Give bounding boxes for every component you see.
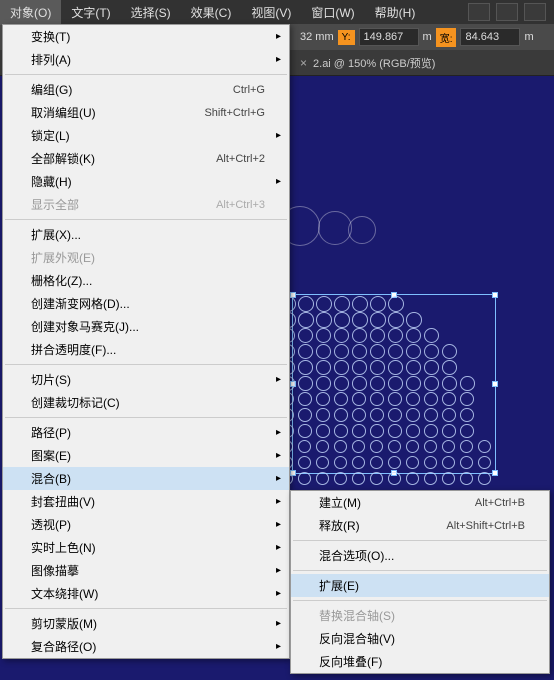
menu-separator	[5, 364, 287, 365]
menu-compound[interactable]: 复合路径(O)▸	[3, 635, 289, 658]
menubar: 对象(O) 文字(T) 选择(S) 效果(C) 视图(V) 窗口(W) 帮助(H…	[0, 0, 554, 24]
menu-separator	[293, 570, 547, 571]
menu-rasterize[interactable]: 栅格化(Z)...	[3, 269, 289, 292]
submenu-arrow-icon: ▸	[276, 31, 281, 42]
menu-expandapp: 扩展外观(E)	[3, 246, 289, 269]
submenu-arrow-icon: ▸	[276, 130, 281, 141]
menu-perspective[interactable]: 透视(P)▸	[3, 513, 289, 536]
submenu-arrow-icon: ▸	[276, 374, 281, 385]
menu-gradientmesh[interactable]: 创建渐变网格(D)...	[3, 292, 289, 315]
menu-separator	[5, 74, 287, 75]
toolbar-icon-1[interactable]	[468, 3, 490, 21]
x-unit: 32 mm	[300, 31, 334, 43]
menu-type[interactable]: 文字(T)	[61, 0, 120, 25]
menu-textwrap[interactable]: 文本绕排(W)▸	[3, 582, 289, 605]
submenu-release[interactable]: 释放(R)Alt+Shift+Ctrl+B	[291, 514, 549, 537]
menu-separator	[5, 417, 287, 418]
menu-arrange[interactable]: 排列(A)▸	[3, 48, 289, 71]
menu-slice[interactable]: 切片(S)▸	[3, 368, 289, 391]
submenu-arrow-icon: ▸	[276, 176, 281, 187]
w-input[interactable]	[460, 28, 520, 46]
menu-transform[interactable]: 变换(T)▸	[3, 25, 289, 48]
menu-clipmask[interactable]: 剪切蒙版(M)▸	[3, 612, 289, 635]
submenu-arrow-icon: ▸	[276, 519, 281, 530]
submenu-arrow-icon: ▸	[276, 618, 281, 629]
menu-object[interactable]: 对象(O)	[0, 0, 61, 25]
menu-imagetrace[interactable]: 图像描摹▸	[3, 559, 289, 582]
toolbar-icon-2[interactable]	[496, 3, 518, 21]
submenu-make[interactable]: 建立(M)Alt+Ctrl+B	[291, 491, 549, 514]
menu-effect[interactable]: 效果(C)	[181, 0, 242, 25]
tab-close-icon[interactable]: ×	[300, 56, 307, 70]
menu-envelope[interactable]: 封套扭曲(V)▸	[3, 490, 289, 513]
y-label: Y:	[338, 30, 355, 45]
submenu-replacespine: 替换混合轴(S)	[291, 604, 549, 627]
menu-showall: 显示全部Alt+Ctrl+3	[3, 193, 289, 216]
submenu-arrow-icon: ▸	[276, 427, 281, 438]
submenu-arrow-icon: ▸	[276, 588, 281, 599]
tab-label: 2.ai @ 150% (RGB/预览)	[313, 55, 435, 71]
menu-flatten[interactable]: 拼合透明度(F)...	[3, 338, 289, 361]
submenu-arrow-icon: ▸	[276, 54, 281, 65]
menu-pattern[interactable]: 图案(E)▸	[3, 444, 289, 467]
submenu-arrow-icon: ▸	[276, 542, 281, 553]
menu-lock[interactable]: 锁定(L)▸	[3, 124, 289, 147]
submenu-arrow-icon: ▸	[276, 641, 281, 652]
menu-livepaint[interactable]: 实时上色(N)▸	[3, 536, 289, 559]
submenu-arrow-icon: ▸	[276, 565, 281, 576]
toolbar-icon-3[interactable]	[524, 3, 546, 21]
submenu-arrow-icon: ▸	[276, 450, 281, 461]
submenu-options[interactable]: 混合选项(O)...	[291, 544, 549, 567]
submenu-expand[interactable]: 扩展(E)	[291, 574, 549, 597]
submenu-arrow-icon: ▸	[276, 473, 281, 484]
menu-separator	[5, 608, 287, 609]
menu-blend[interactable]: 混合(B)▸	[3, 467, 289, 490]
menu-help[interactable]: 帮助(H)	[365, 0, 426, 25]
menu-separator	[5, 219, 287, 220]
y-input[interactable]	[359, 28, 419, 46]
menu-mosaic[interactable]: 创建对象马赛克(J)...	[3, 315, 289, 338]
menu-select[interactable]: 选择(S)	[121, 0, 181, 25]
menu-trimmarks[interactable]: 创建裁切标记(C)	[3, 391, 289, 414]
menu-unlockall[interactable]: 全部解锁(K)Alt+Ctrl+2	[3, 147, 289, 170]
w-label: 宽:	[436, 28, 457, 47]
menu-separator	[293, 540, 547, 541]
w-unit: m	[524, 31, 533, 43]
menu-path[interactable]: 路径(P)▸	[3, 421, 289, 444]
submenu-reversespine[interactable]: 反向混合轴(V)	[291, 627, 549, 650]
menu-ungroup[interactable]: 取消编组(U)Shift+Ctrl+G	[3, 101, 289, 124]
submenu-arrow-icon: ▸	[276, 496, 281, 507]
blend-submenu: 建立(M)Alt+Ctrl+B 释放(R)Alt+Shift+Ctrl+B 混合…	[290, 490, 550, 674]
menu-expand[interactable]: 扩展(X)...	[3, 223, 289, 246]
object-menu: 变换(T)▸ 排列(A)▸ 编组(G)Ctrl+G 取消编组(U)Shift+C…	[2, 24, 290, 659]
y-unit: m	[423, 31, 432, 43]
document-tab[interactable]: × 2.ai @ 150% (RGB/预览)	[290, 51, 445, 75]
menu-view[interactable]: 视图(V)	[241, 0, 301, 25]
menu-window[interactable]: 窗口(W)	[301, 0, 364, 25]
menu-separator	[293, 600, 547, 601]
submenu-reversefront[interactable]: 反向堆叠(F)	[291, 650, 549, 673]
menu-group[interactable]: 编组(G)Ctrl+G	[3, 78, 289, 101]
toolbar-icons	[468, 3, 554, 21]
menu-hide[interactable]: 隐藏(H)▸	[3, 170, 289, 193]
